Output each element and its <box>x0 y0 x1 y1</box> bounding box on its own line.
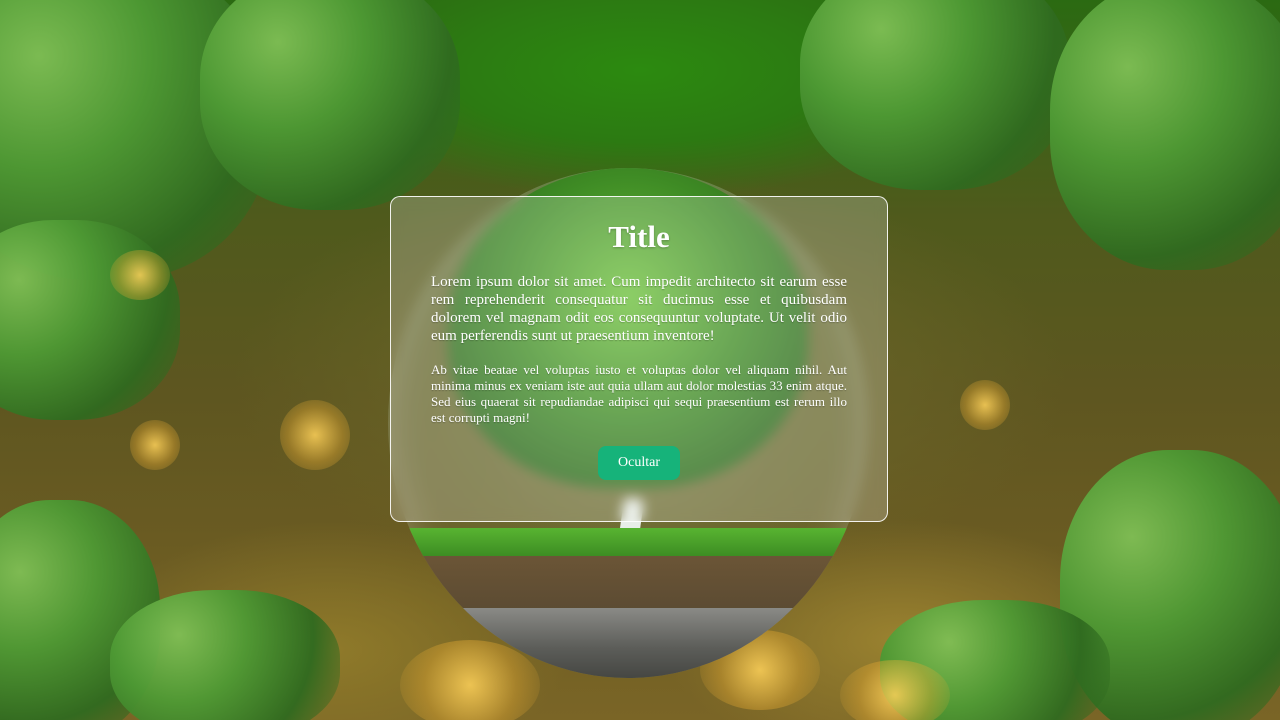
bokeh-light <box>130 420 180 470</box>
bokeh-light <box>110 250 170 300</box>
rock-layer <box>388 608 868 678</box>
leaves-top-right <box>800 0 1070 190</box>
glass-card: Title Lorem ipsum dolor sit amet. Cum im… <box>390 196 888 522</box>
card-title: Title <box>608 219 670 254</box>
card-paragraph-1: Lorem ipsum dolor sit amet. Cum impedit … <box>431 274 847 344</box>
leaves-left <box>0 220 180 420</box>
grass-layer <box>388 528 868 558</box>
card-paragraph-2: Ab vitae beatae vel voluptas iusto et vo… <box>431 362 847 425</box>
leaves-bottom-left-2 <box>110 590 340 720</box>
hide-button[interactable]: Ocultar <box>598 446 680 480</box>
leaves-top-right-2 <box>1050 0 1280 270</box>
bokeh-light <box>280 400 350 470</box>
soil-layer <box>388 556 868 616</box>
leaves-top-left-2 <box>200 0 460 210</box>
bokeh-light <box>960 380 1010 430</box>
